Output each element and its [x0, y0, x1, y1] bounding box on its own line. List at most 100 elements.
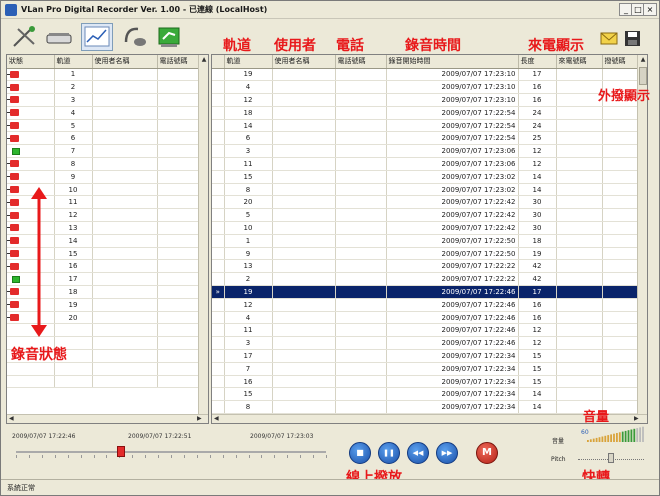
- table-row[interactable]: 5: [7, 119, 200, 133]
- scroll-left-icon[interactable]: ◀: [214, 415, 219, 422]
- table-row[interactable]: 15 2009/07/07 17:22:34 14: [212, 387, 640, 402]
- header-status[interactable]: 狀態: [7, 55, 55, 69]
- right-horizontal-scrollbar[interactable]: ◀ ▶: [212, 414, 647, 423]
- playback-timeline[interactable]: 2009/07/07 17:22:46 2009/07/07 17:22:51 …: [6, 429, 336, 469]
- header-track[interactable]: 軌道: [54, 55, 93, 69]
- header-phone-number[interactable]: 電話號碼: [157, 55, 200, 69]
- mail-button[interactable]: [599, 23, 619, 51]
- table-row[interactable]: 3 2009/07/07 17:22:46 12: [212, 336, 640, 351]
- table-row[interactable]: 9 2009/07/07 17:22:50 19: [212, 247, 640, 261]
- table-row[interactable]: 1: [7, 68, 200, 82]
- table-row[interactable]: 1 2009/07/07 17:22:50 18: [212, 234, 640, 248]
- table-row[interactable]: 7: [7, 144, 200, 159]
- close-button[interactable]: ×: [643, 3, 657, 16]
- timeline-slider-thumb[interactable]: [117, 446, 126, 457]
- dialed-number-cell: [602, 323, 640, 338]
- table-row[interactable]: 4 2009/07/07 17:22:46 16: [212, 311, 640, 325]
- header-length[interactable]: 長度: [518, 55, 557, 69]
- table-row[interactable]: 5 2009/07/07 17:22:42 30: [212, 208, 640, 223]
- table-row[interactable]: 6: [7, 131, 200, 146]
- table-row[interactable]: 18 2009/07/07 17:22:54 24: [212, 106, 640, 120]
- row-marker: [212, 68, 225, 82]
- mp-button[interactable]: M: [476, 442, 498, 464]
- table-row[interactable]: 4: [7, 106, 200, 120]
- record-time-cell: 2009/07/07 17:22:46: [386, 285, 519, 299]
- table-row[interactable]: 10 2009/07/07 17:22:42 30: [212, 221, 640, 235]
- dialed-number-cell: [602, 170, 640, 184]
- left-vertical-scrollbar[interactable]: ▲: [198, 55, 208, 414]
- table-row[interactable]: 8 2009/07/07 17:22:34 14: [212, 400, 640, 415]
- table-row[interactable]: 3: [7, 93, 200, 107]
- header-dialed-number[interactable]: 撥號碼: [602, 55, 640, 69]
- table-row[interactable]: 8: [7, 157, 200, 171]
- header-phone-number[interactable]: 電話號碼: [335, 55, 387, 69]
- rewind-button[interactable]: ◀◀: [407, 442, 429, 464]
- table-row[interactable]: 12 2009/07/07 17:23:10 16: [212, 93, 640, 107]
- table-row[interactable]: 2: [7, 80, 200, 95]
- scroll-right-icon[interactable]: ▶: [634, 415, 639, 422]
- table-row[interactable]: 17 2009/07/07 17:22:34 15: [212, 349, 640, 363]
- table-row[interactable]: 12 2009/07/07 17:22:46 16: [212, 298, 640, 312]
- table-row[interactable]: 6 2009/07/07 17:22:54 25: [212, 131, 640, 146]
- forward-button[interactable]: ▶▶: [436, 442, 458, 464]
- table-row[interactable]: » 19 2009/07/07 17:22:46 17: [212, 285, 640, 299]
- left-horizontal-scrollbar[interactable]: ◀ ▶: [7, 414, 208, 423]
- table-row[interactable]: 20 2009/07/07 17:22:42 30: [212, 195, 640, 210]
- pause-button[interactable]: ❚❚: [378, 442, 400, 464]
- timeline-tick: [93, 455, 95, 458]
- header-user-name[interactable]: 使用者名稱: [92, 55, 158, 69]
- header-user-name[interactable]: 使用者名稱: [272, 55, 336, 69]
- phone-number-cell: [335, 259, 387, 274]
- track-cell: 19: [224, 68, 273, 82]
- timeline-tick: [41, 455, 43, 458]
- right-vertical-scrollbar[interactable]: ▲: [637, 55, 647, 414]
- table-row[interactable]: 4 2009/07/07 17:23:10 16: [212, 80, 640, 95]
- table-row[interactable]: 16 2009/07/07 17:22:34 15: [212, 375, 640, 389]
- scanner-button[interactable]: [43, 23, 75, 51]
- idle-line-icon: [12, 147, 20, 155]
- table-row[interactable]: 14 2009/07/07 17:22:54 24: [212, 119, 640, 133]
- table-row[interactable]: 15 2009/07/07 17:23:02 14: [212, 170, 640, 184]
- table-row[interactable]: 19 2009/07/07 17:23:10 17: [212, 68, 640, 82]
- scroll-right-icon[interactable]: ▶: [197, 415, 202, 422]
- header-track[interactable]: 軌道: [224, 55, 273, 69]
- headset-button[interactable]: [119, 23, 151, 51]
- table-row[interactable]: 2 2009/07/07 17:22:22 42: [212, 272, 640, 287]
- caller-number-cell: [556, 323, 603, 338]
- chart-button[interactable]: [81, 23, 113, 51]
- table-row[interactable]: 3 2009/07/07 17:23:06 12: [212, 144, 640, 159]
- user-name-cell: [92, 234, 158, 248]
- header-caller-number[interactable]: 來電號碼: [556, 55, 603, 69]
- table-row[interactable]: 8 2009/07/07 17:23:02 14: [212, 183, 640, 197]
- table-row[interactable]: 7 2009/07/07 17:22:34 15: [212, 362, 640, 376]
- volume-meter[interactable]: [579, 425, 645, 443]
- phone-number-cell: [335, 362, 387, 376]
- phone-number-cell: [335, 272, 387, 287]
- track-cell: 4: [224, 311, 273, 325]
- scroll-left-icon[interactable]: ◀: [9, 415, 14, 422]
- track-cell: 2: [224, 272, 273, 287]
- table-row[interactable]: 11 2009/07/07 17:22:46 12: [212, 323, 640, 338]
- track-cell: 15: [224, 170, 273, 184]
- phone-number-cell: [335, 387, 387, 402]
- table-row[interactable]: 13 2009/07/07 17:22:22 42: [212, 259, 640, 274]
- header-record-start-time[interactable]: 錄音開始時間: [386, 55, 519, 69]
- caller-number-cell: [556, 195, 603, 210]
- scroll-up-icon[interactable]: ▲: [200, 56, 208, 63]
- scroll-thumb[interactable]: [639, 67, 647, 85]
- phone-number-cell: [157, 234, 200, 248]
- table-row[interactable]: 11 2009/07/07 17:23:06 12: [212, 157, 640, 171]
- user-name-cell: [272, 106, 336, 120]
- green-screen-icon: [158, 27, 180, 47]
- phone-line-button[interactable]: [9, 23, 41, 51]
- green-screen-button[interactable]: [153, 23, 185, 51]
- length-cell: 15: [518, 349, 557, 363]
- timeline-track[interactable]: [16, 451, 326, 453]
- annotation-track: 軌道: [223, 38, 251, 54]
- stop-button[interactable]: ■: [349, 442, 371, 464]
- scroll-up-icon[interactable]: ▲: [639, 56, 647, 63]
- save-button[interactable]: [623, 23, 643, 51]
- caller-number-cell: [556, 247, 603, 261]
- table-row[interactable]: 9: [7, 170, 200, 184]
- pitch-slider-thumb[interactable]: [608, 453, 614, 463]
